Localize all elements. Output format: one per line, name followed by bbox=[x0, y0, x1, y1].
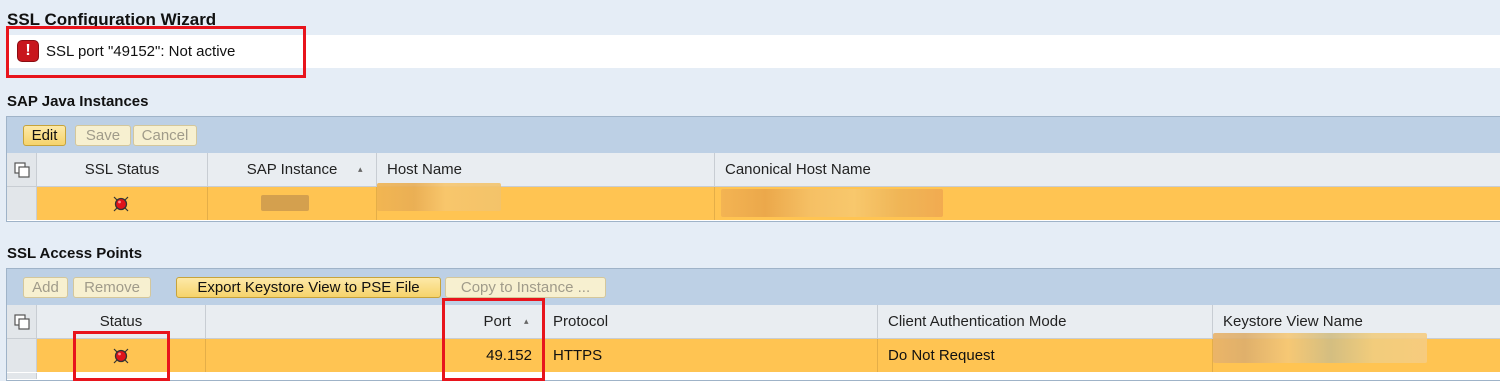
row-selector[interactable] bbox=[7, 187, 37, 220]
column-header-port[interactable]: Port bbox=[206, 305, 543, 338]
red-status-light-icon bbox=[113, 196, 129, 212]
message-bar: ! SSL port "49152": Not active bbox=[6, 35, 1500, 68]
export-keystore-button[interactable]: Export Keystore View to PSE File bbox=[176, 277, 441, 298]
page-title: SSL Configuration Wizard bbox=[7, 10, 217, 29]
empty-row bbox=[7, 373, 1500, 379]
sort-ascending-icon[interactable]: ▴ bbox=[524, 317, 534, 326]
keystore-view-cell bbox=[1213, 333, 1500, 372]
select-columns-icon[interactable] bbox=[14, 314, 30, 330]
protocol-cell: HTTPS bbox=[543, 339, 878, 372]
redacted-value bbox=[721, 189, 943, 217]
redacted-value bbox=[377, 183, 501, 211]
row-selector[interactable] bbox=[7, 339, 37, 372]
java-instances-header-row: SSL Status SAP Instance ▴ Host Name Cano… bbox=[7, 153, 1500, 187]
section-title-java-instances: SAP Java Instances bbox=[7, 93, 149, 110]
add-button[interactable]: Add bbox=[23, 277, 68, 298]
access-points-toolbar: Add Remove Export Keystore View to PSE F… bbox=[7, 269, 1500, 306]
save-button[interactable]: Save bbox=[75, 125, 131, 146]
column-header-status[interactable]: Status bbox=[37, 305, 206, 338]
edit-button[interactable]: Edit bbox=[23, 125, 66, 146]
select-columns-icon[interactable] bbox=[14, 162, 30, 178]
cancel-button[interactable]: Cancel bbox=[133, 125, 197, 146]
select-all-cell[interactable] bbox=[7, 305, 37, 338]
section-title-access-points: SSL Access Points bbox=[7, 245, 143, 262]
port-cell: 49.152 bbox=[206, 339, 543, 372]
column-header-sap-instance-label: SAP Instance bbox=[246, 161, 338, 178]
redacted-value bbox=[1213, 333, 1427, 363]
sort-ascending-icon[interactable]: ▴ bbox=[358, 165, 368, 174]
status-cell bbox=[37, 339, 206, 372]
column-header-canonical-host-name[interactable]: Canonical Host Name bbox=[715, 153, 1500, 186]
access-points-table: Add Remove Export Keystore View to PSE F… bbox=[6, 268, 1500, 381]
ssl-status-cell bbox=[37, 187, 208, 220]
column-header-ssl-status[interactable]: SSL Status bbox=[37, 153, 208, 186]
java-instances-toolbar: Edit Save Cancel bbox=[7, 117, 1500, 154]
message-text: SSL port "49152": Not active bbox=[46, 43, 236, 60]
column-header-client-auth[interactable]: Client Authentication Mode bbox=[878, 305, 1213, 338]
table-row[interactable] bbox=[7, 183, 1500, 220]
column-header-protocol[interactable]: Protocol bbox=[543, 305, 878, 338]
column-header-sap-instance[interactable]: SAP Instance bbox=[208, 153, 377, 186]
java-instances-table: Edit Save Cancel SSL Status SAP Instance… bbox=[6, 116, 1500, 222]
select-all-cell[interactable] bbox=[7, 153, 37, 186]
host-name-cell bbox=[377, 183, 715, 220]
table-row[interactable]: 49.152 HTTPS Do Not Request bbox=[7, 333, 1500, 372]
remove-button[interactable]: Remove bbox=[73, 277, 151, 298]
copy-to-instance-button[interactable]: Copy to Instance ... bbox=[445, 277, 606, 298]
error-icon: ! bbox=[17, 40, 39, 62]
sap-instance-cell bbox=[208, 187, 377, 220]
client-auth-cell: Do Not Request bbox=[878, 339, 1213, 372]
column-header-host-name[interactable]: Host Name bbox=[377, 153, 715, 186]
canonical-host-name-cell bbox=[715, 187, 1500, 220]
red-status-light-icon bbox=[113, 348, 129, 364]
row-selector[interactable] bbox=[7, 373, 37, 379]
redacted-value bbox=[261, 195, 309, 211]
